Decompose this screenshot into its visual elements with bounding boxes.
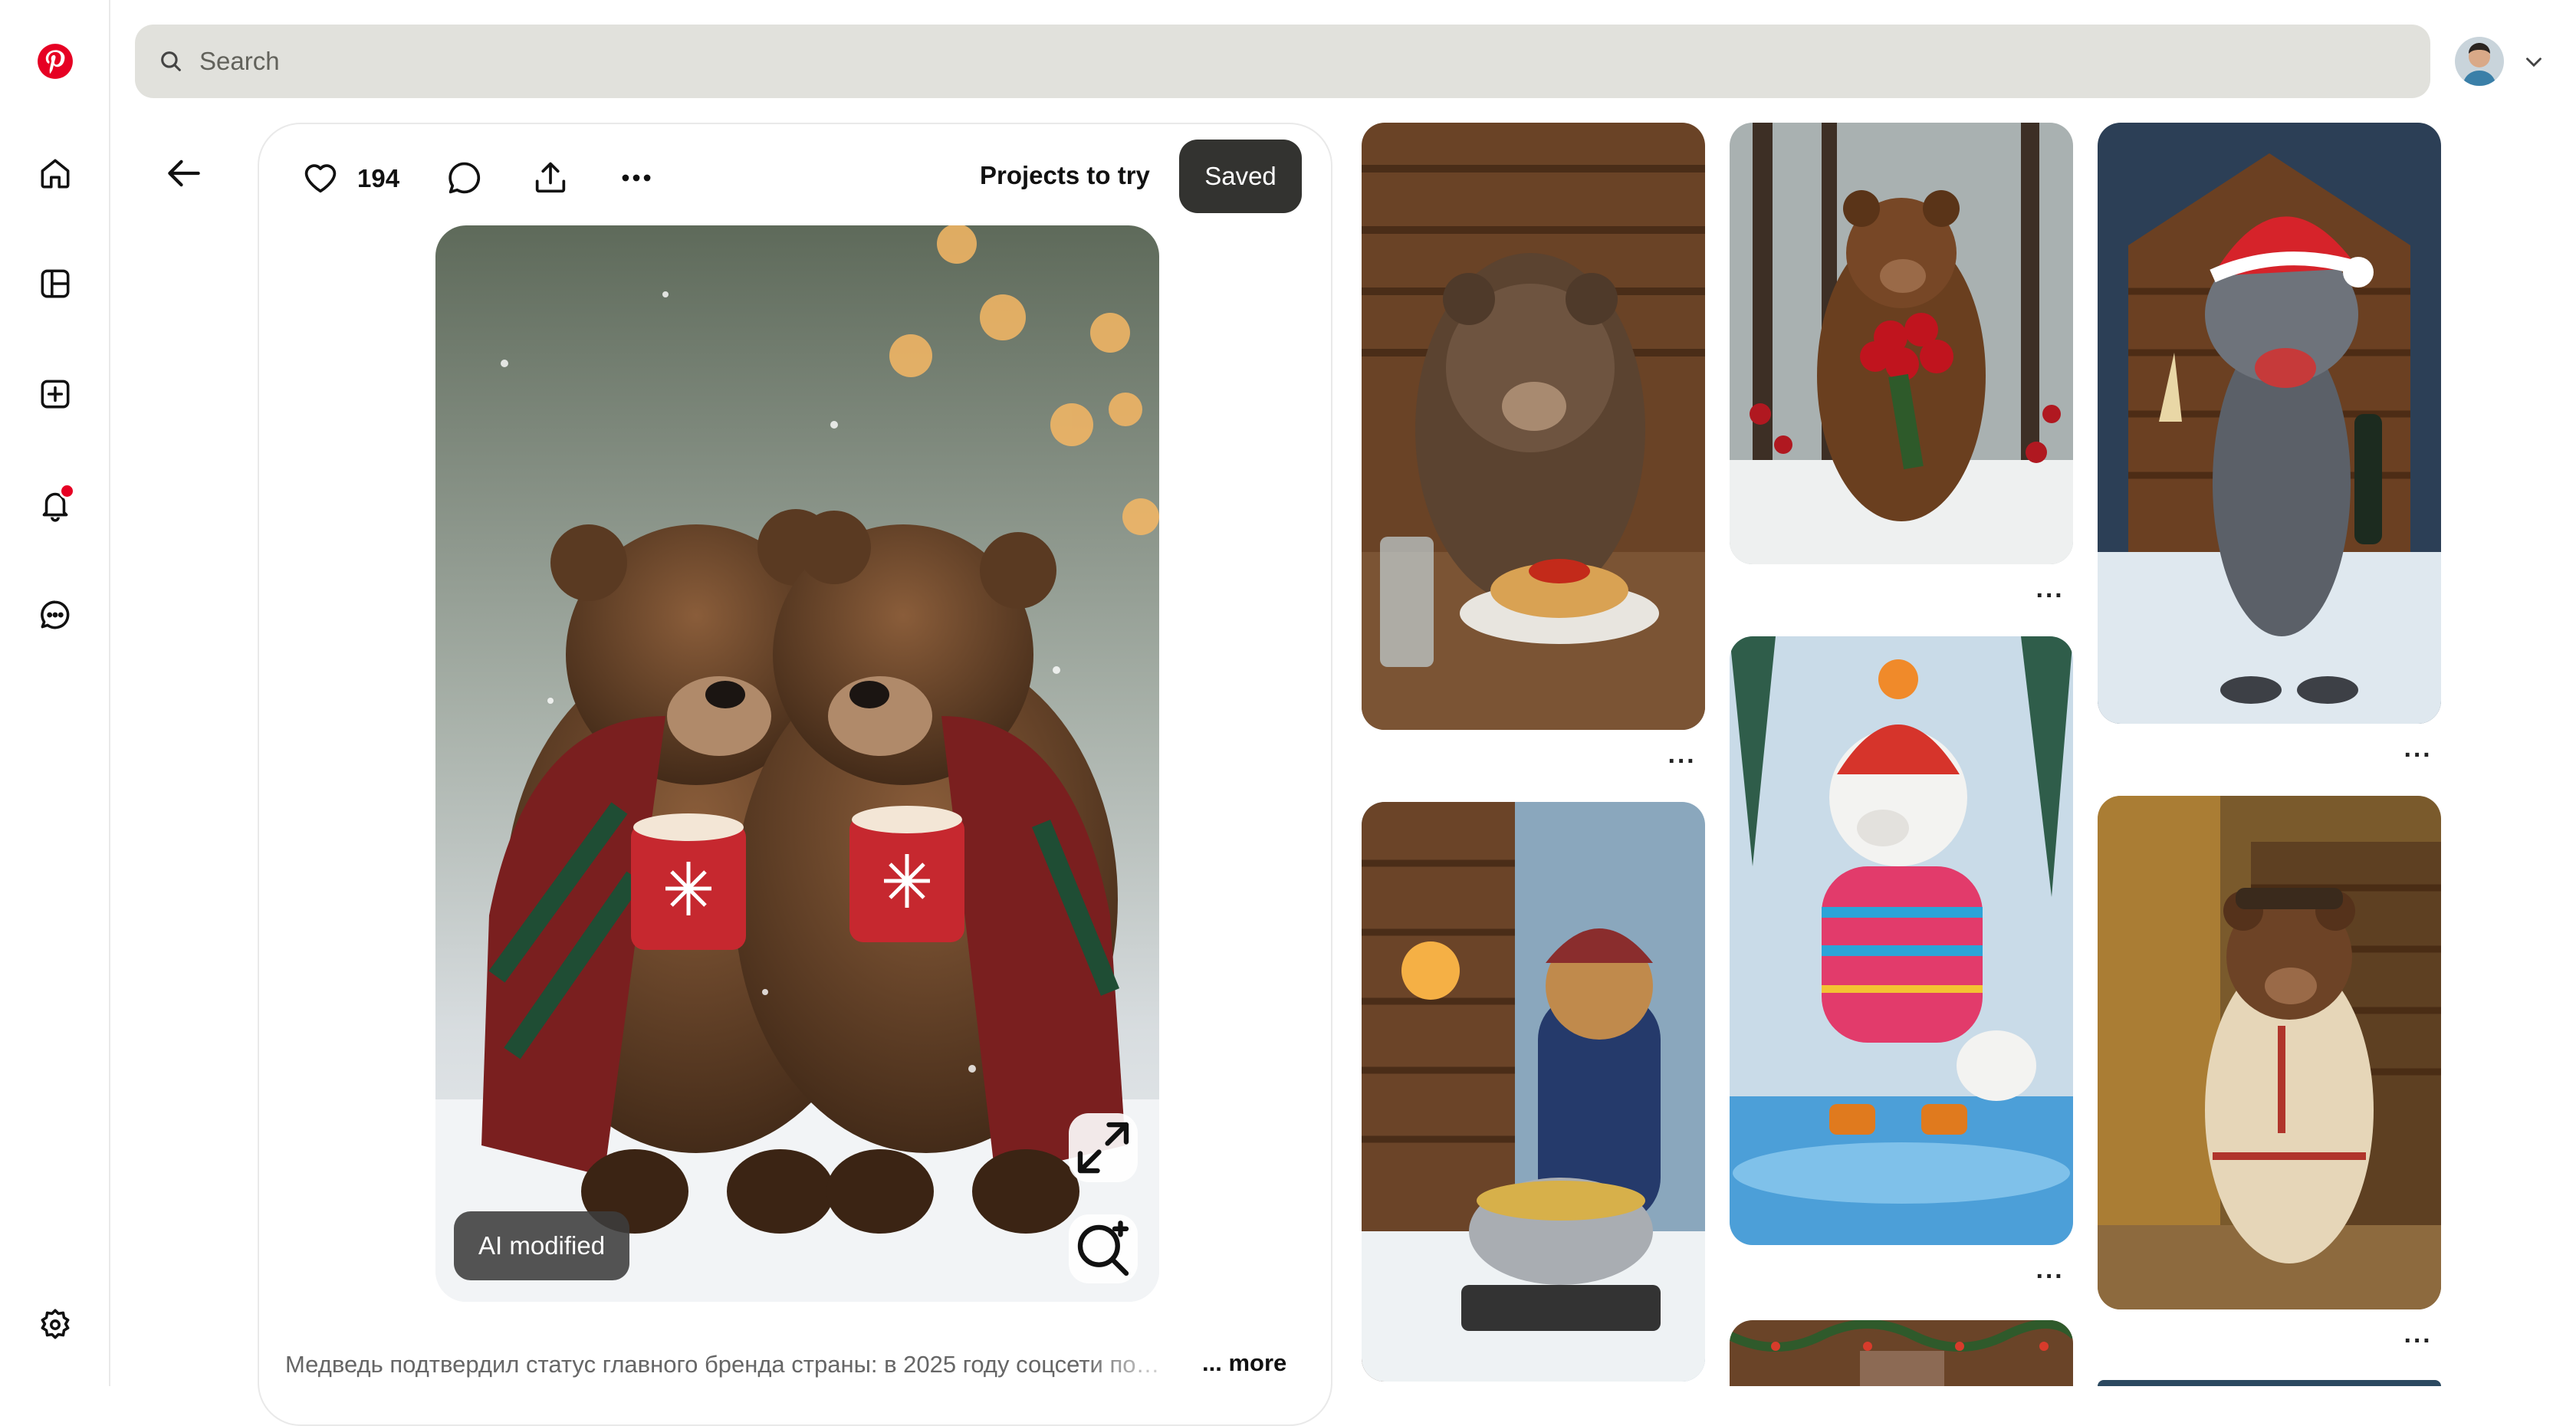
grid-pin-polar-bear-skating[interactable] — [1730, 636, 2073, 1245]
like-button[interactable] — [293, 150, 348, 205]
grid-pin-teddy-cooking[interactable] — [1362, 802, 1705, 1382]
settings-icon[interactable] — [28, 1297, 83, 1352]
bear-shirt-image — [2098, 796, 2441, 1309]
grid-pin-more-button[interactable]: ··· — [2395, 741, 2441, 770]
board-dropdown[interactable]: Projects to try — [980, 161, 1150, 190]
wolf-champagne-image — [2098, 123, 2441, 724]
comment-icon — [449, 162, 481, 194]
search-icon — [161, 51, 181, 71]
avatar[interactable] — [2455, 37, 2504, 86]
more-options-icon — [622, 174, 651, 182]
search-input[interactable] — [198, 46, 2430, 77]
back-button[interactable] — [153, 146, 215, 201]
notification-dot — [59, 483, 75, 499]
cabin-interior-image — [1730, 1320, 2073, 1386]
arrow-left-icon — [168, 159, 200, 187]
comment-button[interactable] — [437, 150, 492, 205]
grid-pin-more-button[interactable]: ··· — [2027, 581, 2073, 610]
expand-icon — [1077, 1122, 1129, 1174]
explore-icon[interactable] — [28, 256, 83, 311]
expand-button[interactable] — [1069, 1113, 1138, 1182]
saved-button[interactable]: Saved — [1179, 140, 1302, 213]
like-count: 194 — [357, 164, 400, 192]
more-link[interactable]: ... more — [1202, 1349, 1286, 1377]
grid-pin-partial[interactable] — [2098, 1380, 2441, 1386]
two-bears-cocoa-image — [435, 225, 1159, 1302]
heart-icon — [304, 164, 337, 193]
sidebar-rail — [0, 0, 110, 1386]
share-button[interactable] — [523, 150, 578, 205]
grid-pin-bear-shirt[interactable] — [2098, 796, 2441, 1309]
bear-roses-image — [1730, 123, 2073, 564]
polar-bear-skating-image — [1730, 636, 2073, 1245]
notifications-icon[interactable] — [28, 477, 83, 532]
grid-pin-wolf-champagne[interactable] — [2098, 123, 2441, 724]
visual-search-button[interactable] — [1069, 1214, 1138, 1283]
messages-icon[interactable] — [28, 587, 83, 642]
grid-pin-bear-pancakes[interactable] — [1362, 123, 1705, 730]
create-icon[interactable] — [28, 366, 83, 422]
ai-modified-badge[interactable]: AI modified — [454, 1211, 630, 1280]
grid-pin-cabin-partial[interactable] — [1730, 1320, 2073, 1386]
grid-pin-more-button[interactable]: ··· — [2395, 1326, 2441, 1355]
bear-pancakes-image — [1362, 123, 1705, 730]
more-options-button[interactable] — [609, 150, 664, 205]
pin-closeup-card: 194 Projects to try Saved AI modified Ме… — [258, 123, 1332, 1426]
grid-pin-more-button[interactable]: ··· — [2027, 1262, 2073, 1291]
search-bar[interactable] — [135, 25, 2430, 98]
home-icon[interactable] — [28, 146, 83, 201]
grid-pin-bear-roses[interactable] — [1730, 123, 2073, 564]
teddy-cooking-image — [1362, 802, 1705, 1382]
share-icon — [535, 162, 566, 193]
grid-pin-more-button[interactable]: ··· — [1659, 747, 1705, 776]
chevron-down-icon[interactable] — [2521, 49, 2547, 75]
pin-image[interactable]: AI modified — [435, 225, 1159, 1302]
pinterest-logo-icon[interactable] — [28, 34, 83, 89]
pin-description: Медведь подтвердил статус главного бренд… — [285, 1351, 1160, 1378]
visual-search-icon — [1077, 1221, 1129, 1276]
